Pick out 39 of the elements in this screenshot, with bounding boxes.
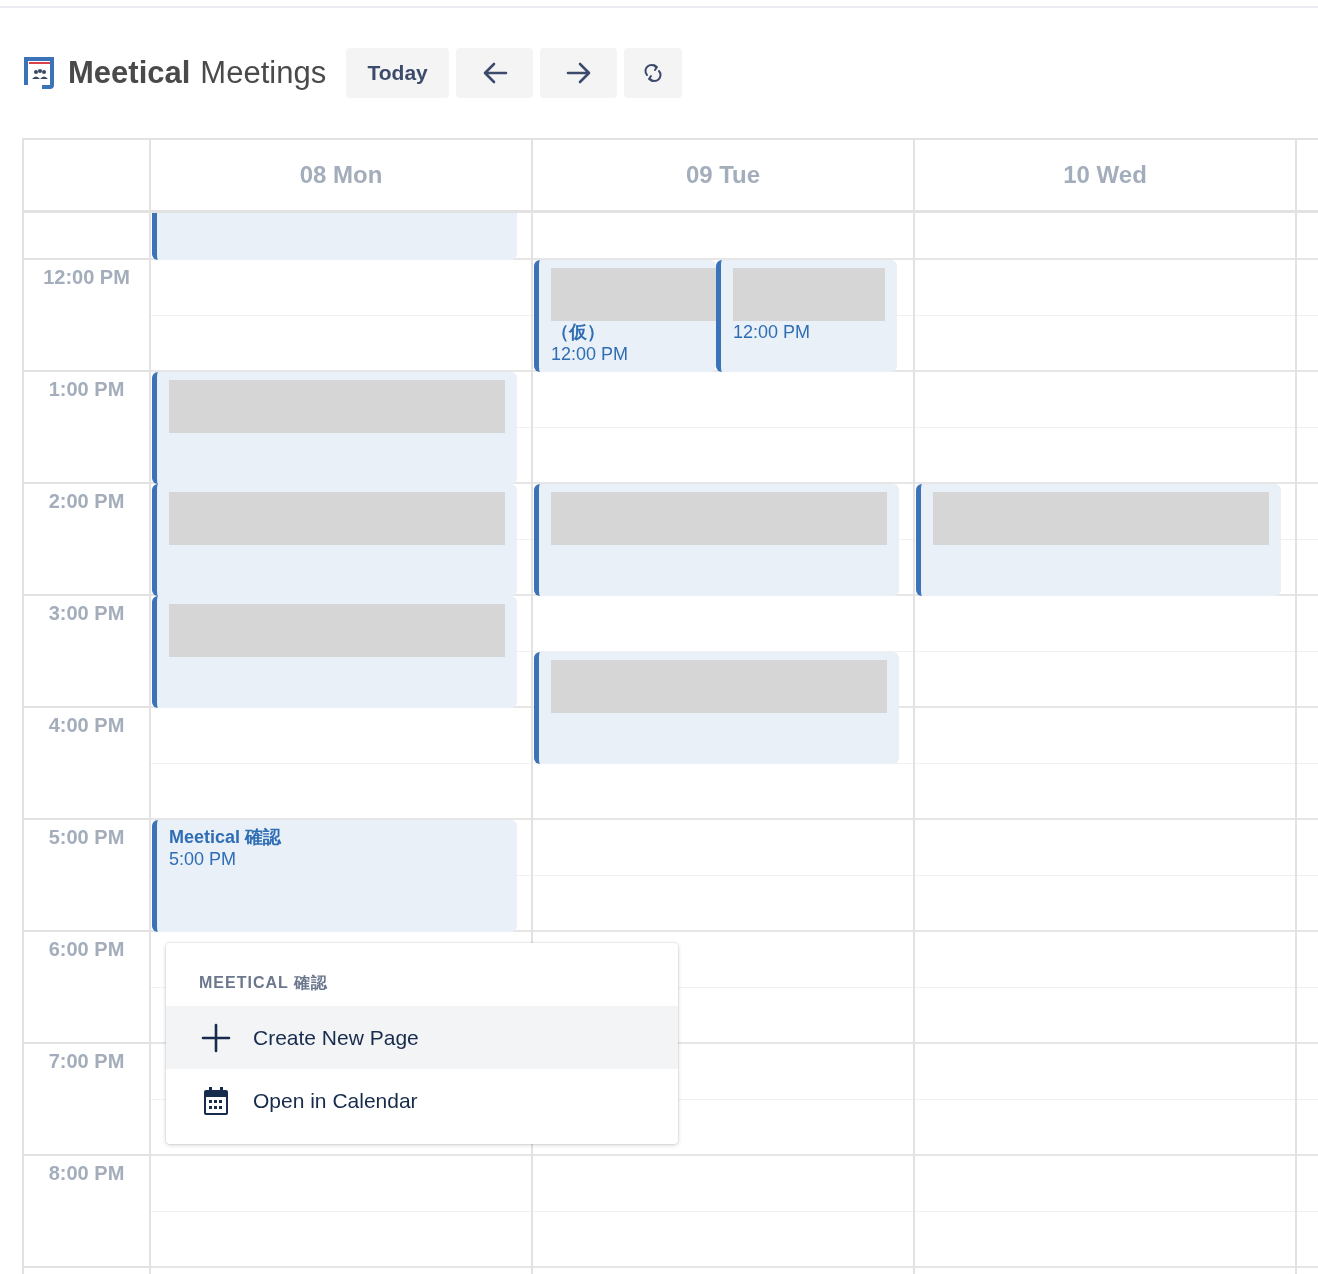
menu-item[interactable]: Create New Page (166, 1006, 678, 1069)
refresh-icon (643, 63, 664, 83)
event-title: Meetical 確認 (169, 826, 283, 848)
time-label: 5:00 PM (48, 826, 125, 849)
time-label: 8:00 PM (48, 1162, 125, 1185)
event-card[interactable] (152, 596, 517, 708)
event-time: 12:00 PM (551, 343, 630, 365)
time-label: 3:00 PM (48, 602, 125, 625)
day-header: 09 Tue (533, 140, 915, 213)
refresh-button[interactable] (624, 48, 683, 98)
prev-button[interactable] (456, 48, 534, 98)
day-header: 10 Wed (915, 140, 1297, 213)
event-time: 12:00 PM (733, 321, 812, 343)
time-label: 1:00 PM (48, 378, 125, 401)
event-card[interactable] (534, 652, 899, 764)
event-card[interactable]: Meetical 確認 5:00 PM (152, 820, 517, 932)
arrow-left-icon (481, 62, 508, 84)
event-time: 5:00 PM (169, 848, 238, 870)
time-label: 2:00 PM (48, 490, 125, 513)
time-label: 6:00 PM (48, 938, 125, 961)
event-card[interactable] (534, 484, 899, 596)
event-card[interactable]: （仮） 12:00 PM (534, 260, 716, 372)
time-label: 7:00 PM (48, 1050, 125, 1073)
event-card[interactable] (152, 213, 517, 260)
today-button[interactable]: Today (346, 48, 450, 98)
time-label: 12:00 PM (43, 266, 130, 289)
time-label: 4:00 PM (48, 714, 125, 737)
next-button[interactable] (540, 48, 618, 98)
plus-icon (201, 1022, 231, 1053)
arrow-right-icon (565, 62, 592, 84)
menu-heading: MEETICAL 確認 (198, 973, 329, 993)
menu-item[interactable]: Open in Calendar (166, 1069, 678, 1132)
app-brand: Meetical (68, 55, 191, 91)
event-title: （仮） (551, 321, 606, 343)
event-card[interactable]: 12:00 PM (716, 260, 897, 372)
calendar-icon (201, 1085, 231, 1116)
app-title: Meetings (200, 55, 327, 91)
event-card[interactable] (916, 484, 1281, 596)
event-card[interactable] (152, 372, 517, 484)
